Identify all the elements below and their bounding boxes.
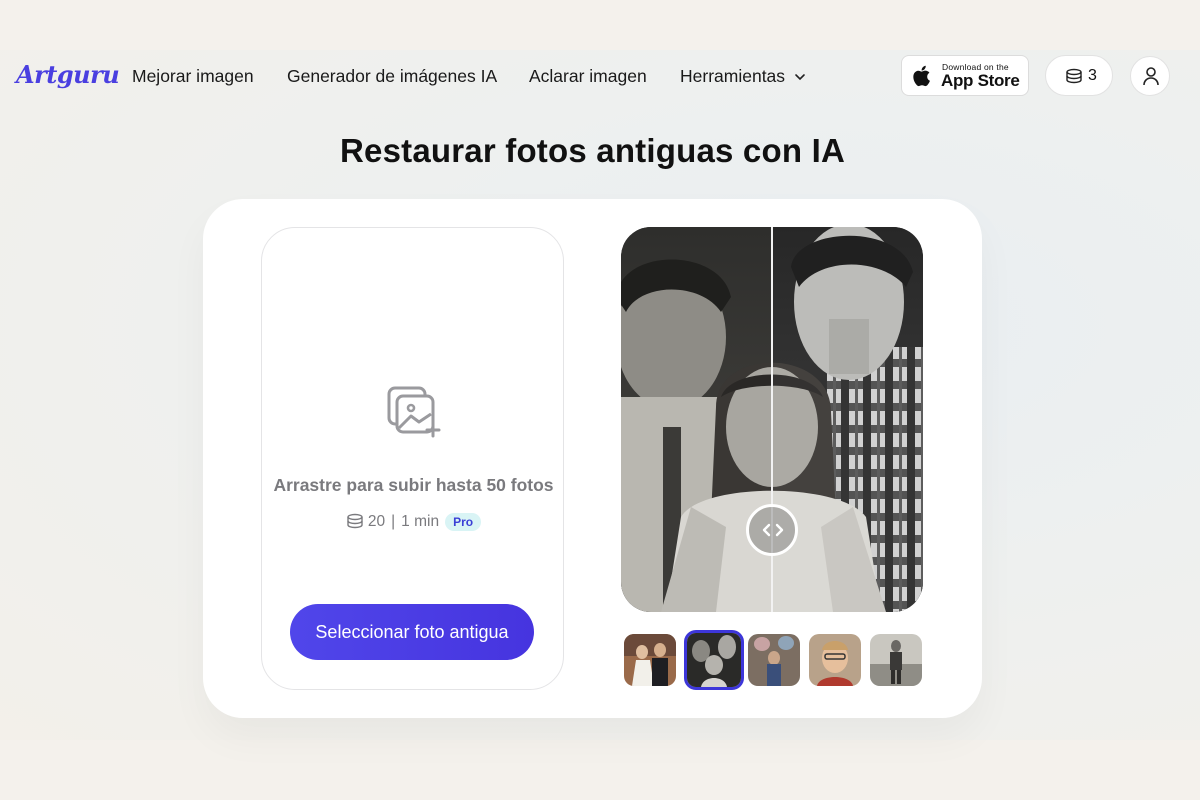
user-avatar-button[interactable] [1130,56,1170,96]
upload-dropzone[interactable]: Arrastre para subir hasta 50 fotos 20 | 1 … [261,227,564,690]
before-after-comparison [621,227,923,612]
sample-thumbnail-man-outdoors[interactable] [870,634,922,686]
header: Artguru Mejorar imagen Generador de imág… [0,50,1200,102]
comparison-slider-handle[interactable] [746,504,798,556]
user-icon [1143,67,1159,86]
coins-icon [347,513,363,529]
nav-herramientas-dropdown[interactable]: Herramientas [680,66,806,87]
meta-separator: | [391,513,396,531]
nav-aclarar-imagen[interactable]: Aclarar imagen [529,66,647,87]
sample-thumbnail-family-selected[interactable] [684,630,744,690]
nav-herramientas-label: Herramientas [680,66,786,86]
page-title: Restaurar fotos antiguas con IA [340,132,845,169]
restore-card: Arrastre para subir hasta 50 fotos 20 | 1 … [203,199,982,718]
processing-time: 1 min [401,513,440,531]
appstore-big-label: App Store [941,71,1020,90]
select-old-photo-button[interactable]: Seleccionar foto antigua [290,604,534,660]
pro-badge: Pro [445,513,482,531]
sample-thumbnails [624,630,924,690]
sample-thumbnail-wedding[interactable] [624,634,676,686]
nav-mejorar-imagen[interactable]: Mejorar imagen [132,66,254,87]
compare-arrows-icon [762,523,784,537]
credits-count: 3 [1088,67,1097,84]
nav-generador-imagenes[interactable]: Generador de imágenes IA [287,66,497,87]
logo[interactable]: Artguru [16,60,120,89]
sample-thumbnail-child-balloons[interactable] [748,634,800,686]
sample-thumbnail-smiling-boy[interactable] [809,634,861,686]
page-background: Artguru Mejorar imagen Generador de imág… [0,50,1200,740]
upload-prompt: Arrastre para subir hasta 50 fotos [273,475,554,495]
apple-icon [913,65,930,87]
coins-icon [1066,68,1082,84]
credit-cost: 20 [367,513,386,531]
image-add-icon [387,386,441,438]
upload-meta: 20 | 1 min Pro [262,513,565,531]
app-store-button[interactable]: Download on the App Store [901,55,1029,96]
chevron-down-icon [795,74,805,81]
credits-button[interactable]: 3 [1045,55,1113,96]
